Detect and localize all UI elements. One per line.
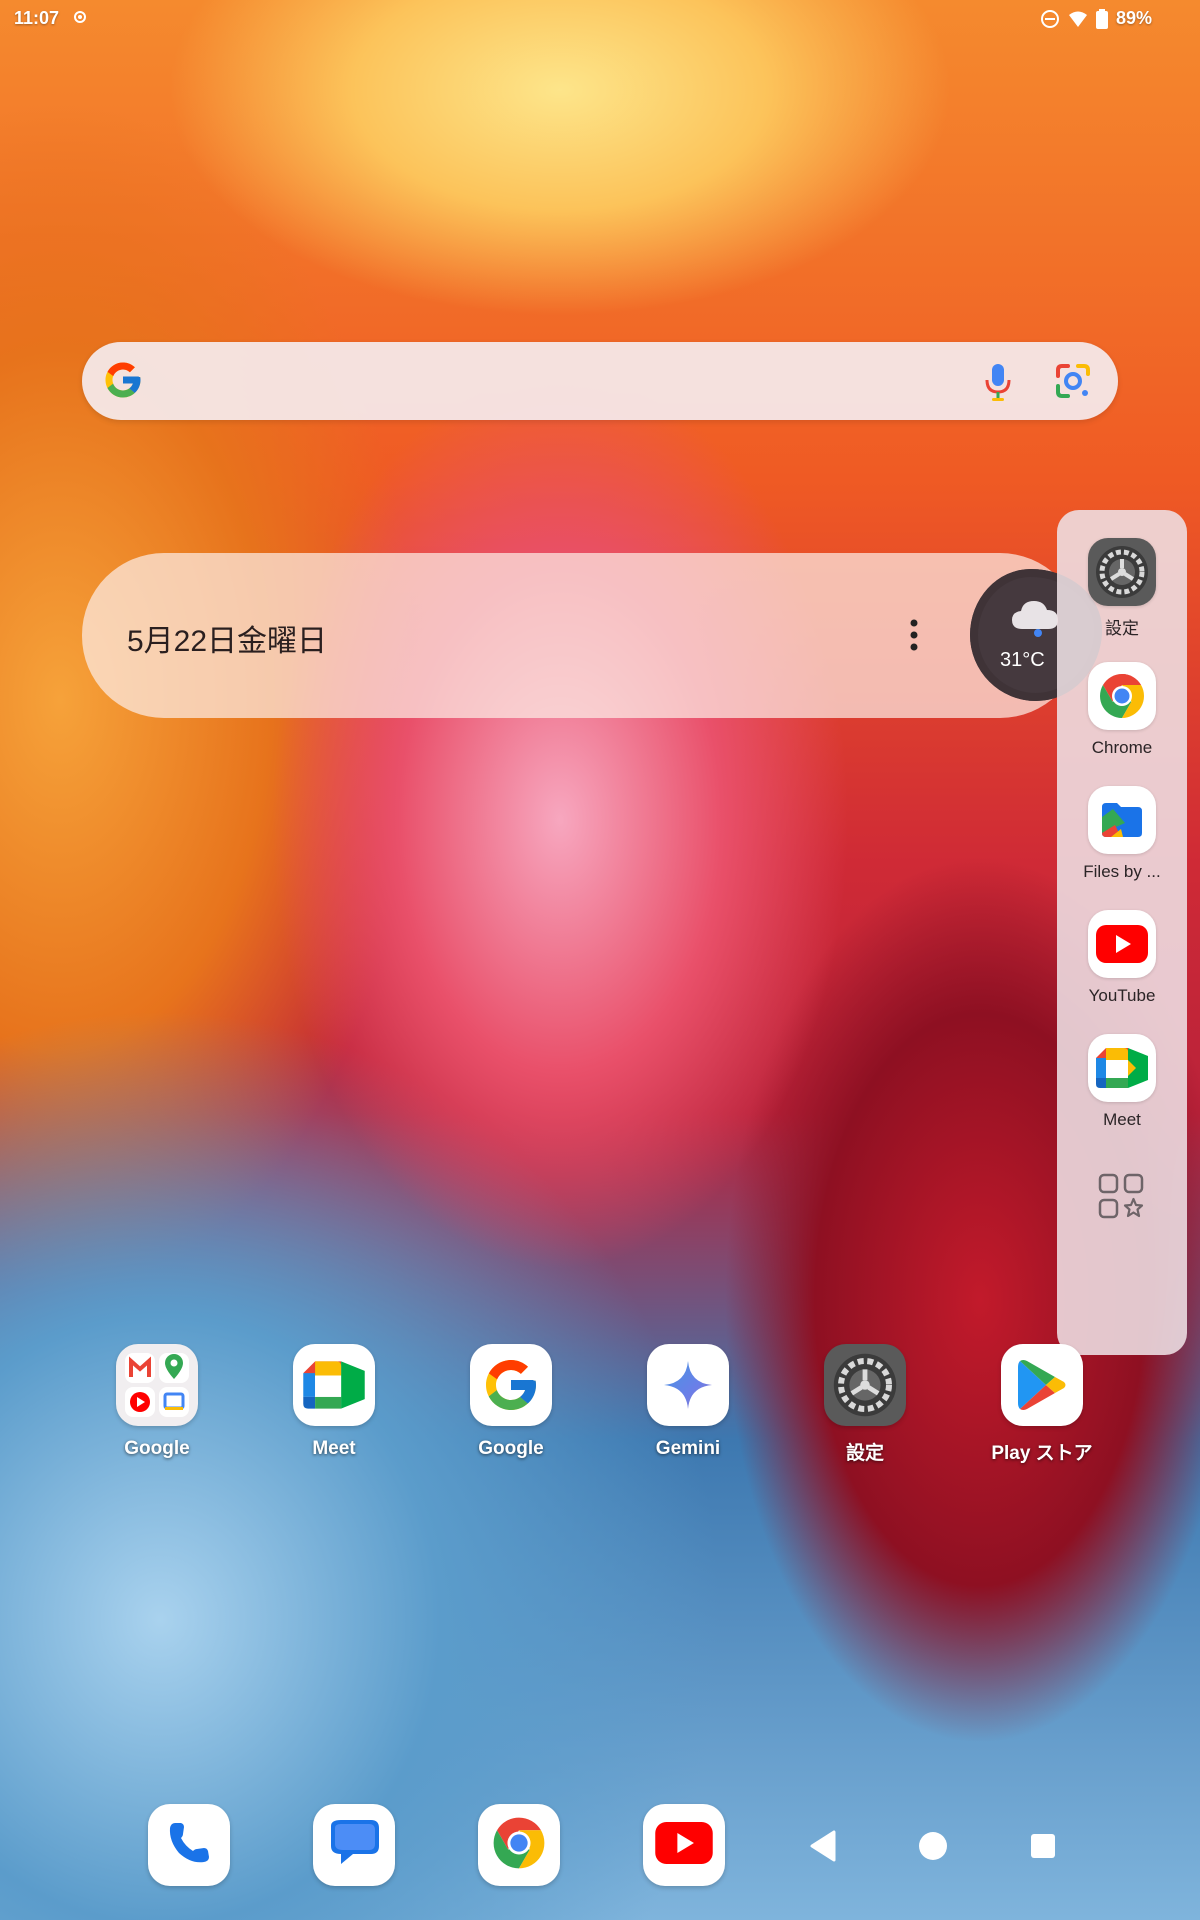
youtube-icon xyxy=(1088,910,1156,978)
gear-icon xyxy=(72,9,88,25)
home-app-label: 設定 xyxy=(845,1443,884,1464)
home-app-label: Google xyxy=(478,1438,544,1459)
date-label: 5月22日金曜日 xyxy=(127,625,328,658)
dock-app-messages[interactable] xyxy=(313,1804,395,1886)
wifi-icon xyxy=(1068,9,1088,29)
temperature-label: 31°C xyxy=(1000,649,1045,671)
home-app-label: Meet xyxy=(312,1438,356,1459)
dock-app-chrome[interactable] xyxy=(478,1804,560,1886)
taskbar-app-label: Files by ... xyxy=(1083,862,1161,881)
recents-button[interactable] xyxy=(1023,1826,1063,1866)
taskbar-app-files[interactable]: Files by ... xyxy=(1057,786,1187,882)
home-app-play-store[interactable]: Play ストア xyxy=(982,1344,1102,1465)
google-search-bar[interactable] xyxy=(82,342,1118,420)
chrome-icon xyxy=(1088,662,1156,730)
more-options-icon[interactable] xyxy=(904,613,924,657)
meet-icon xyxy=(293,1344,375,1426)
home-app-label: Google xyxy=(124,1438,190,1459)
meet-icon xyxy=(1088,1034,1156,1102)
cloud-icon xyxy=(1008,593,1064,637)
home-app-meet[interactable]: Meet xyxy=(274,1344,394,1460)
gemini-icon xyxy=(647,1344,729,1426)
google-logo-icon xyxy=(102,359,144,401)
home-app-google-folder[interactable]: Google xyxy=(97,1344,217,1460)
taskbar-app-label: Meet xyxy=(1103,1110,1141,1129)
home-app-google[interactable]: Google xyxy=(451,1344,571,1460)
phone-icon xyxy=(165,1819,213,1872)
google-icon xyxy=(470,1344,552,1426)
home-button[interactable] xyxy=(913,1826,953,1866)
files-icon xyxy=(1088,786,1156,854)
google-lens-icon[interactable] xyxy=(1052,360,1094,402)
microphone-icon[interactable] xyxy=(978,360,1018,402)
google-folder-icon xyxy=(116,1344,198,1426)
taskbar-app-label: Chrome xyxy=(1091,738,1153,757)
taskbar-app-meet[interactable]: Meet xyxy=(1057,1034,1187,1130)
taskbar-app-label: YouTube xyxy=(1088,986,1156,1005)
at-a-glance-widget[interactable]: 5月22日金曜日 31°C xyxy=(82,553,1102,718)
battery-icon xyxy=(1095,8,1108,29)
status-bar: 11:07 89% xyxy=(0,0,1200,38)
chrome-icon xyxy=(489,1813,549,1878)
play-store-icon xyxy=(1001,1344,1083,1426)
status-indicators: 89% xyxy=(1040,8,1152,29)
home-app-settings[interactable]: 設定 xyxy=(805,1344,925,1465)
battery-level: 89% xyxy=(1115,8,1152,28)
settings-icon xyxy=(1088,538,1156,606)
messages-icon xyxy=(327,1818,381,1873)
do-not-disturb-icon xyxy=(1040,9,1060,29)
dock-app-youtube[interactable] xyxy=(643,1804,725,1886)
home-app-label: Play ストア xyxy=(991,1443,1093,1464)
back-button[interactable] xyxy=(804,1826,844,1866)
taskbar-app-settings[interactable]: 設定 xyxy=(1057,538,1187,639)
all-apps-icon[interactable] xyxy=(1097,1172,1145,1220)
taskbar-app-label: 設定 xyxy=(1105,619,1139,638)
home-app-label: Gemini xyxy=(655,1438,721,1459)
taskbar-app-youtube[interactable]: YouTube xyxy=(1057,910,1187,1006)
youtube-icon xyxy=(655,1821,713,1869)
home-app-gemini[interactable]: Gemini xyxy=(628,1344,748,1460)
status-time: 11:07 xyxy=(14,8,60,28)
dock-app-phone[interactable] xyxy=(148,1804,230,1886)
taskbar-panel: 設定 Chrome Files by ... YouTube Meet xyxy=(1057,510,1187,1355)
settings-icon xyxy=(824,1344,906,1426)
taskbar-app-chrome[interactable]: Chrome xyxy=(1057,662,1187,758)
